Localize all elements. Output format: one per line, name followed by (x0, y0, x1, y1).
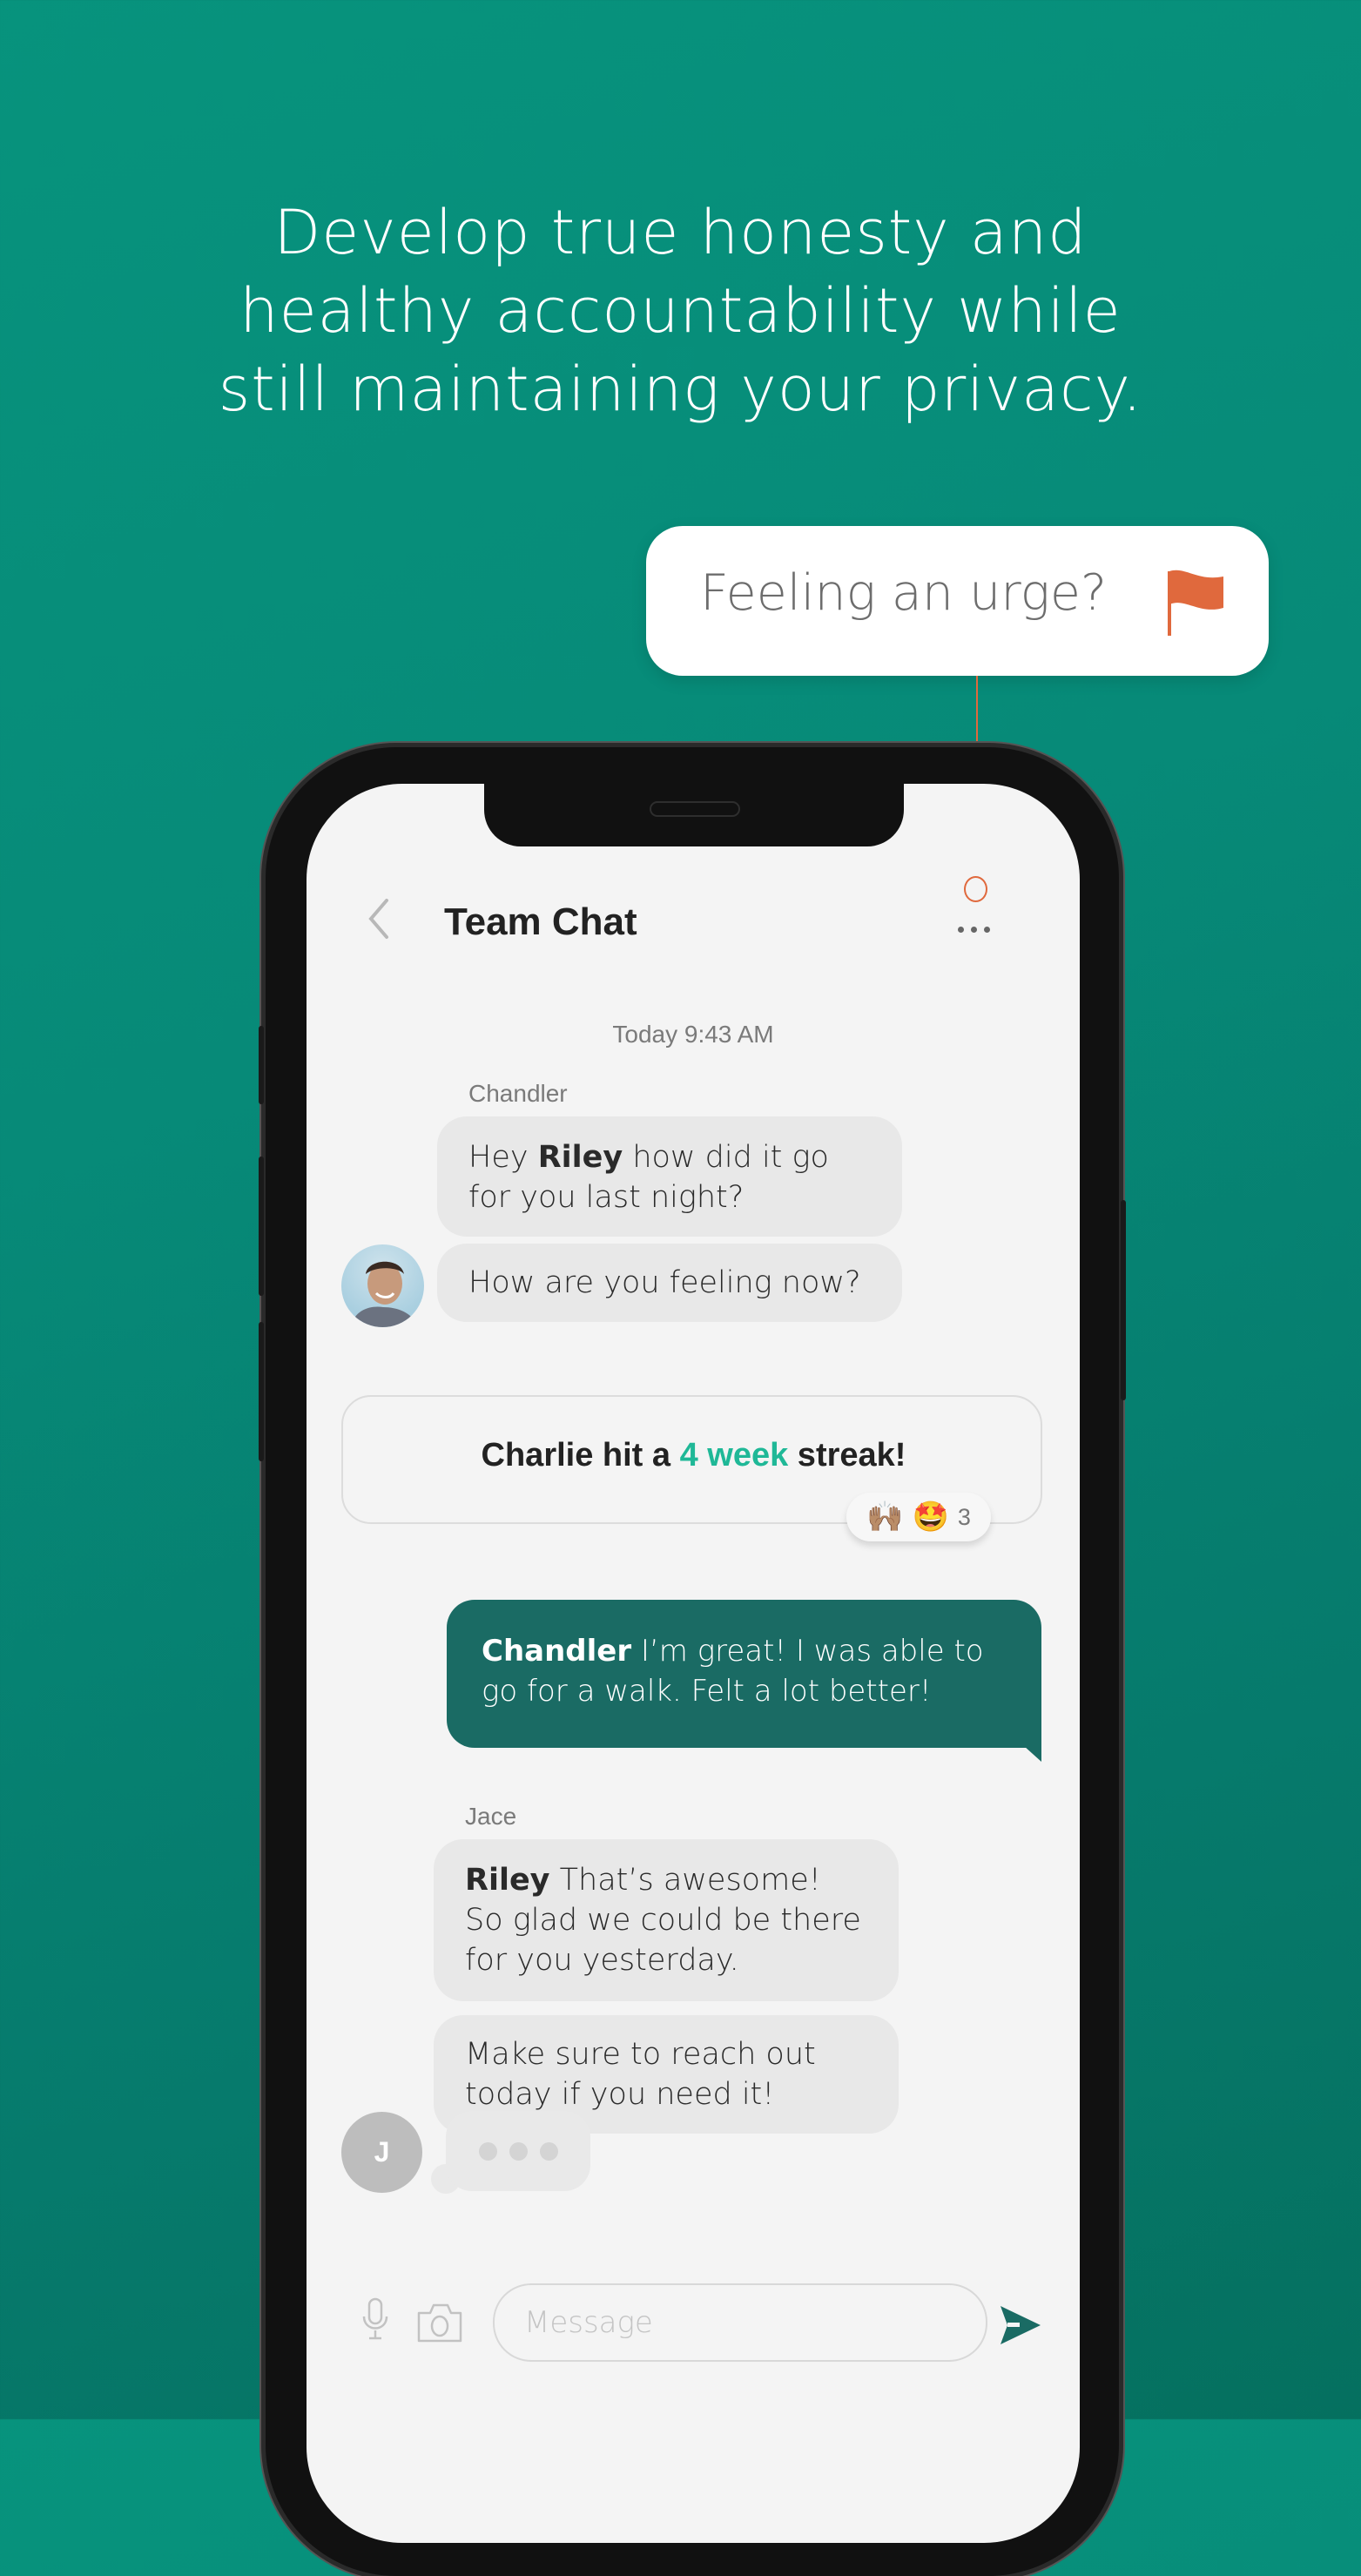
camera-icon[interactable] (416, 2303, 463, 2343)
phone-side-button (259, 1026, 264, 1104)
message-bubble: Hey Riley how did it go for you last nig… (437, 1116, 902, 1237)
headline-line: healthy accountability while (239, 275, 1122, 347)
mention: Chandler (482, 1634, 632, 1669)
headline: Develop true honesty and healthy account… (0, 193, 1361, 428)
urge-label: Feeling an urge? (700, 564, 1108, 622)
callout-connector-dot (964, 876, 987, 902)
streak-text: Charlie hit a 4 week streak! (481, 1437, 906, 1473)
sender-name: Jace (465, 1803, 517, 1830)
mention: Riley (537, 1140, 623, 1175)
user-photo-icon (350, 1261, 418, 1327)
star-struck-emoji-icon: 🤩 (912, 1500, 949, 1534)
chat-title: Team Chat (444, 900, 637, 943)
send-icon[interactable] (997, 2304, 1044, 2344)
sender-name: Chandler (468, 1080, 568, 1107)
message-bubble: Riley That’s awesome! So glad we could b… (434, 1839, 899, 2001)
chevron-left-icon[interactable] (366, 897, 392, 941)
reactions-pill[interactable]: 🙌🏽 🤩 3 (846, 1493, 991, 1541)
message-input[interactable] (493, 2283, 987, 2362)
bubble-tail (1024, 1746, 1041, 1762)
mention: Riley (465, 1863, 550, 1898)
sent-message-bubble: Chandler I’m great! I was able to go for… (447, 1600, 1041, 1748)
message-bubble: How are you feeling now? (437, 1244, 902, 1322)
phone-side-button (259, 1322, 264, 1461)
raising-hands-emoji-icon: 🙌🏽 (866, 1500, 904, 1534)
more-horizontal-icon[interactable] (958, 921, 1001, 934)
phone-side-button (259, 1157, 264, 1296)
reaction-count: 3 (957, 1503, 971, 1530)
chat-screen: Team Chat Today 9:43 AM Chandler Hey Ril… (307, 784, 1080, 2543)
phone-frame: Team Chat Today 9:43 AM Chandler Hey Ril… (259, 747, 1126, 2576)
streak-highlight: 4 week (679, 1437, 789, 1473)
typing-indicator (446, 2111, 590, 2191)
phone-notch (484, 784, 904, 846)
flag-icon (1168, 570, 1223, 636)
avatar[interactable] (341, 1244, 424, 1327)
speaker-grille (650, 801, 740, 817)
phone-side-button (1121, 1200, 1126, 1400)
headline-line: Develop true honesty and (273, 197, 1088, 268)
feeling-urge-button[interactable]: Feeling an urge? (646, 526, 1269, 676)
timestamp: Today 9:43 AM (612, 1021, 774, 1048)
avatar[interactable]: J (341, 2112, 422, 2193)
headline-line: still maintaining your privacy. (218, 354, 1143, 425)
microphone-icon[interactable] (360, 2297, 390, 2341)
